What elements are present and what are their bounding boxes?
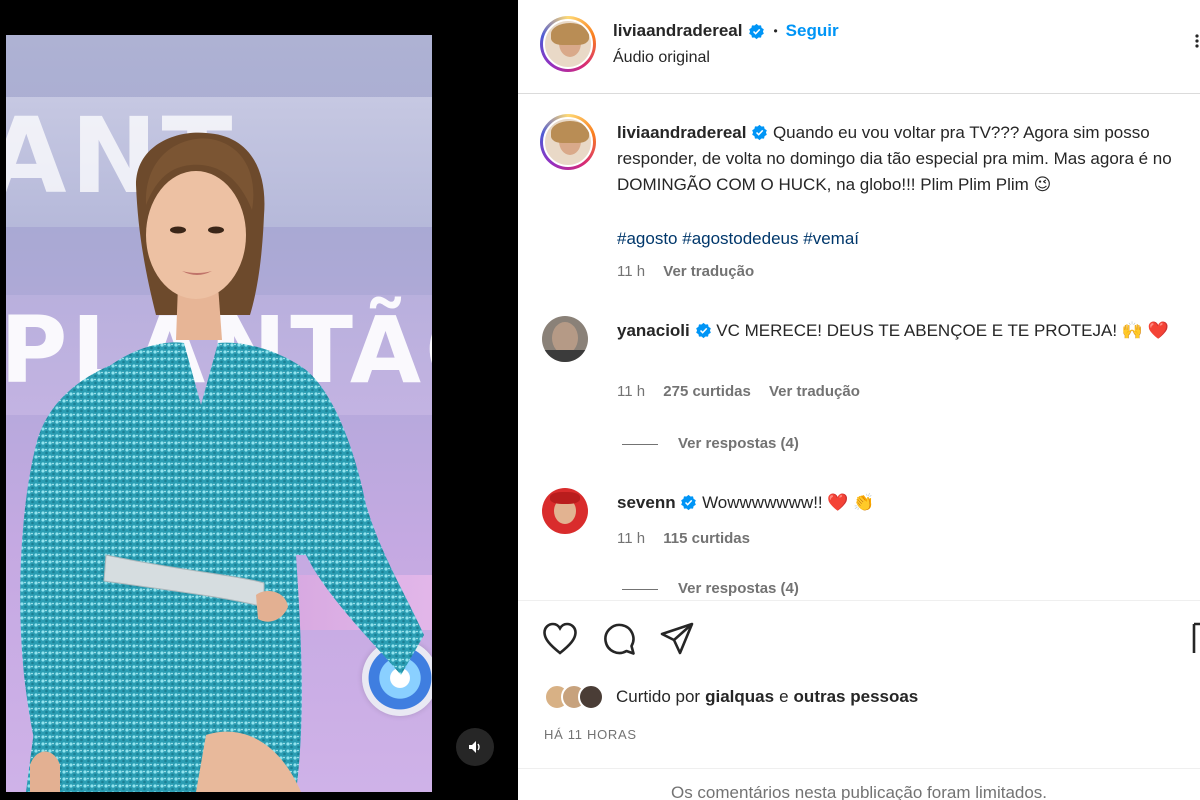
bookmark-icon[interactable] bbox=[1192, 622, 1200, 656]
liker-avatar[interactable] bbox=[578, 684, 604, 710]
view-replies-label: Ver respostas (4) bbox=[678, 435, 799, 452]
hashtag-agosto[interactable]: #agosto bbox=[617, 229, 678, 248]
liked-by-user[interactable]: gialquas bbox=[705, 687, 774, 707]
view-replies-label: Ver respostas (4) bbox=[678, 580, 799, 597]
hashtag-vemai[interactable]: #vemaí bbox=[803, 229, 859, 248]
media-pane: ANT PLANTÃO bbox=[0, 0, 518, 800]
comment-likes[interactable]: 275 curtidas bbox=[663, 383, 751, 400]
verified-badge-icon bbox=[695, 322, 711, 339]
liked-by-connector: e bbox=[779, 687, 789, 706]
hashtag-list: #agosto #agostodedeus #vemaí bbox=[617, 226, 859, 252]
comments-limited-notice: Os comentários nesta publicação foram li… bbox=[518, 768, 1200, 800]
audio-label[interactable]: Áudio original bbox=[613, 49, 710, 67]
post-header: liviaandradereal • Seguir Áudio original bbox=[518, 0, 1200, 94]
comment-text: Wowwwwwww!! ❤️ 👏 bbox=[702, 493, 875, 512]
author-avatar[interactable] bbox=[540, 16, 596, 72]
replies-divider bbox=[622, 588, 658, 590]
post-timestamp[interactable]: HÁ 11 HORAS bbox=[544, 727, 637, 742]
caption-username[interactable]: liviaandradereal bbox=[617, 123, 746, 142]
comment-username[interactable]: sevenn bbox=[617, 493, 676, 512]
mute-toggle-button[interactable] bbox=[456, 728, 494, 766]
caption-meta: 11 h Ver tradução bbox=[617, 263, 754, 280]
caption-translate-link[interactable]: Ver tradução bbox=[663, 263, 754, 280]
comment-likes[interactable]: 115 curtidas bbox=[663, 530, 750, 547]
comment-2-meta: 11 h 115 curtidas bbox=[617, 530, 750, 547]
author-username[interactable]: liviaandradereal bbox=[613, 21, 742, 41]
follow-button[interactable]: Seguir bbox=[786, 21, 839, 41]
post-video[interactable]: ANT PLANTÃO bbox=[6, 35, 432, 792]
comment-1: yanacioli VC MERECE! DEUS TE ABENÇOE E T… bbox=[617, 318, 1187, 344]
comment-2: sevenn Wowwwwwww!! ❤️ 👏 bbox=[617, 490, 1187, 516]
verified-badge-icon bbox=[752, 124, 768, 141]
view-replies-button[interactable]: Ver respostas (4) bbox=[622, 435, 799, 452]
caption-avatar[interactable] bbox=[540, 114, 596, 170]
speaker-icon bbox=[469, 741, 480, 753]
comment-translate-link[interactable]: Ver tradução bbox=[769, 383, 860, 400]
comment-avatar[interactable] bbox=[542, 488, 588, 534]
share-icon[interactable] bbox=[660, 622, 694, 656]
verified-badge-icon bbox=[749, 23, 765, 39]
liked-by-prefix: Curtido por bbox=[616, 687, 701, 706]
hashtag-agostodedeus[interactable]: #agostodedeus bbox=[682, 229, 798, 248]
comment-text: VC MERECE! DEUS TE ABENÇOE E TE PROTEJA!… bbox=[716, 321, 1169, 340]
comment-time[interactable]: 11 h bbox=[617, 530, 645, 547]
liked-by-others[interactable]: outras pessoas bbox=[794, 687, 919, 707]
caption-time[interactable]: 11 h bbox=[617, 263, 645, 280]
verified-badge-icon bbox=[681, 494, 697, 511]
more-options-icon[interactable] bbox=[1194, 34, 1200, 48]
comment-avatar[interactable] bbox=[542, 316, 588, 362]
caption: liviaandradereal Quando eu vou voltar pr… bbox=[617, 120, 1200, 198]
heart-icon[interactable] bbox=[542, 622, 578, 656]
post-sidebar: liviaandradereal • Seguir Áudio original… bbox=[518, 0, 1200, 800]
comment-username[interactable]: yanacioli bbox=[617, 321, 690, 340]
liked-by-row: Curtido por gialquas e outras pessoas bbox=[544, 680, 918, 714]
comment-icon[interactable] bbox=[602, 622, 636, 656]
replies-divider bbox=[622, 443, 658, 445]
person-illustration bbox=[20, 132, 424, 792]
comment-time[interactable]: 11 h bbox=[617, 383, 645, 400]
header-separator: • bbox=[773, 24, 778, 38]
comment-1-meta: 11 h 275 curtidas Ver tradução bbox=[617, 383, 860, 400]
view-replies-button[interactable]: Ver respostas (4) bbox=[622, 580, 799, 600]
actions-divider bbox=[518, 600, 1200, 601]
